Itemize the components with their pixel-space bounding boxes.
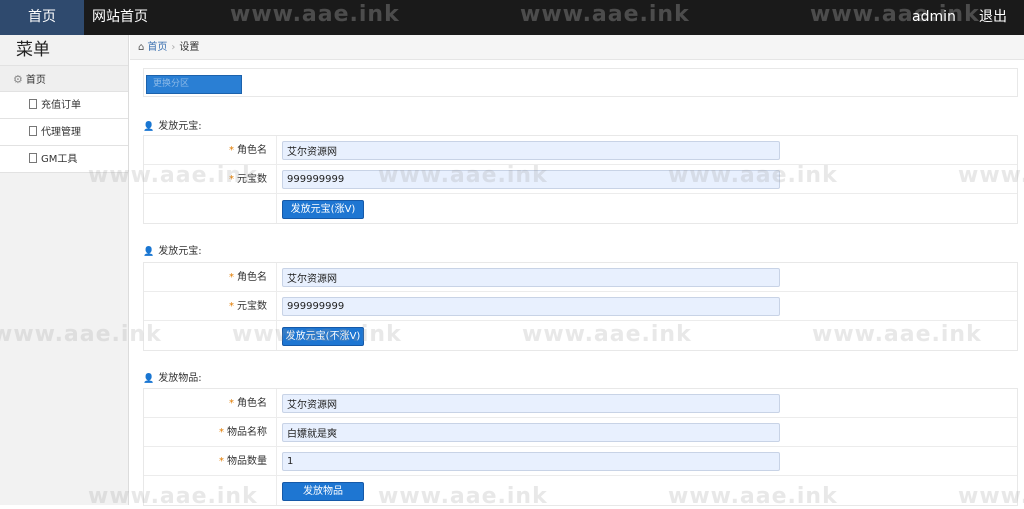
form-row: * 角色名 [144, 136, 1017, 165]
section-title-text: 发放元宝: [158, 121, 202, 132]
field-label: * 角色名 [144, 263, 269, 291]
required-mark: * [219, 427, 224, 438]
required-mark: * [229, 174, 234, 185]
divider [276, 136, 277, 164]
sidebar-item-label: GM工具 [41, 154, 78, 165]
user-icon: 👤 [143, 247, 155, 257]
grant-yuanbao-no-vip-button[interactable]: 发放元宝(不涨V) [282, 327, 364, 346]
field-label-text: 角色名 [237, 272, 267, 283]
document-icon [29, 126, 37, 136]
grant-yuanbao-vip-button[interactable]: 发放元宝(涨V) [282, 200, 364, 219]
breadcrumb-current: 设置 [179, 42, 200, 53]
sidebar: 菜单 ⚙ 首页 充值订单 代理管理 GM工具 [0, 35, 129, 505]
role-name-input[interactable] [282, 394, 780, 413]
yuanbao-amount-input[interactable] [282, 297, 780, 316]
section-title-yuanbao-vip: 👤 发放元宝: [143, 117, 202, 132]
home-icon: ⌂ [138, 42, 145, 53]
section-title-yuanbao-no-vip: 👤 发放元宝: [143, 242, 202, 257]
logout-link[interactable]: 退出 [979, 0, 1007, 35]
divider [276, 389, 277, 417]
watermark: www.aae.ink [230, 2, 400, 27]
sidebar-item-home[interactable]: ⚙ 首页 [0, 65, 128, 92]
divider [276, 447, 277, 475]
item-quantity-input[interactable] [282, 452, 780, 471]
divider [276, 321, 277, 350]
field-label-text: 元宝数 [237, 301, 267, 312]
breadcrumb-separator-icon: › [171, 42, 176, 53]
gear-icon: ⚙ [13, 73, 23, 86]
section-title-items: 👤 发放物品: [143, 369, 202, 384]
field-label-text: 物品数量 [227, 456, 267, 467]
field-label-text: 角色名 [237, 145, 267, 156]
grant-items-button[interactable]: 发放物品 [282, 482, 364, 501]
divider [276, 418, 277, 446]
form-items: *角色名 *物品名称 *物品数量 发放物品 [143, 388, 1018, 506]
sidebar-item-agent-management[interactable]: 代理管理 [0, 119, 128, 146]
form-row: 发放元宝(涨V) [144, 194, 1017, 223]
sidebar-item-label: 充值订单 [41, 100, 81, 111]
required-mark: * [229, 272, 234, 283]
field-label: * 角色名 [144, 389, 269, 417]
zone-toolbar: 更换分区 [143, 68, 1018, 97]
nav-home-tab[interactable]: 首页 [0, 0, 84, 35]
field-label: * 元宝数 [144, 292, 269, 320]
form-row: * 角色名 [144, 263, 1017, 292]
form-row: 发放元宝(不涨V) [144, 321, 1017, 350]
required-mark: * [229, 398, 234, 409]
sidebar-item-gm-tools[interactable]: GM工具 [0, 146, 128, 173]
sidebar-item-label: 代理管理 [41, 127, 81, 138]
document-icon [29, 99, 37, 109]
field-label-text: 角色名 [237, 398, 267, 409]
divider [276, 292, 277, 320]
section-title-text: 发放元宝: [158, 246, 202, 257]
field-label: * 物品名称 [144, 418, 269, 446]
nav-site-home-link[interactable]: 网站首页 [92, 0, 148, 35]
form-yuanbao-vip: *角色名 *元宝数 发放元宝(涨V) [143, 135, 1018, 224]
field-label: * 元宝数 [144, 165, 269, 193]
form-row: * 物品数量 [144, 447, 1017, 476]
yuanbao-amount-input[interactable] [282, 170, 780, 189]
top-navbar: 首页 网站首页 www.aae.ink www.aae.ink www.aae.… [0, 0, 1024, 35]
form-row: * 物品名称 [144, 418, 1017, 447]
sidebar-item-recharge-orders[interactable]: 充值订单 [0, 92, 128, 119]
breadcrumb: ⌂ 首页 › 设置 [130, 35, 1024, 60]
form-yuanbao-no-vip: *角色名 *元宝数 发放元宝(不涨V) [143, 262, 1018, 351]
divider [276, 165, 277, 193]
current-user-label[interactable]: admin [912, 0, 956, 35]
required-mark: * [229, 145, 234, 156]
sidebar-item-label: 首页 [25, 75, 46, 86]
field-label-text: 物品名称 [227, 427, 267, 438]
form-row: 发放物品 [144, 476, 1017, 505]
form-row: * 元宝数 [144, 292, 1017, 321]
field-label: * 物品数量 [144, 447, 269, 475]
role-name-input[interactable] [282, 141, 780, 160]
breadcrumb-home-link[interactable]: 首页 [147, 42, 167, 53]
form-row: * 角色名 [144, 389, 1017, 418]
watermark: www.aae.ink [520, 2, 690, 27]
item-name-input[interactable] [282, 423, 780, 442]
required-mark: * [219, 456, 224, 467]
divider [276, 263, 277, 291]
sidebar-title: 菜单 [16, 40, 50, 60]
divider [276, 476, 277, 505]
user-icon: 👤 [143, 122, 155, 132]
role-name-input[interactable] [282, 268, 780, 287]
form-row: * 元宝数 [144, 165, 1017, 194]
user-icon: 👤 [143, 374, 155, 384]
field-label: * 角色名 [144, 136, 269, 164]
document-icon [29, 153, 37, 163]
required-mark: * [229, 301, 234, 312]
section-title-text: 发放物品: [158, 373, 202, 384]
divider [276, 194, 277, 223]
change-zone-button[interactable]: 更换分区 [146, 75, 242, 94]
field-label-text: 元宝数 [237, 174, 267, 185]
